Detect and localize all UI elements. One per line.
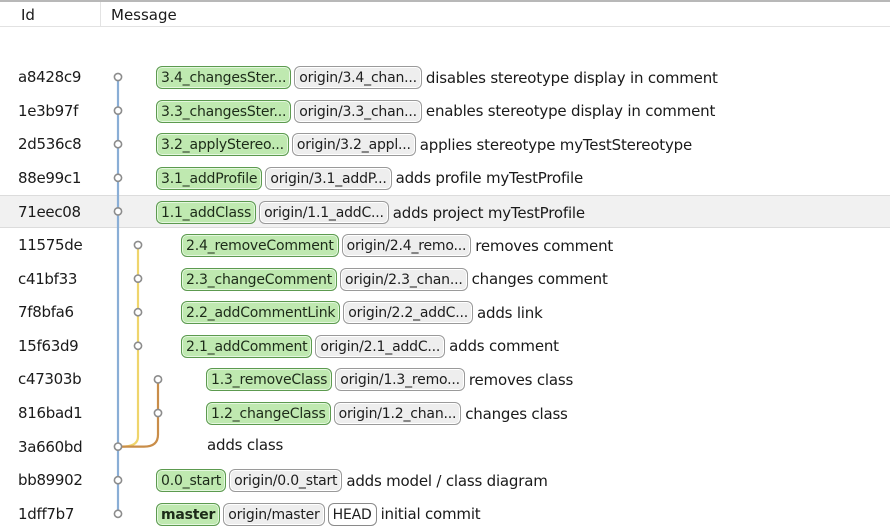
remote-branch-label[interactable]: origin/3.3_chan... xyxy=(294,99,422,123)
commit-node xyxy=(113,475,123,485)
commit-message: applies stereotype myTestStereotype xyxy=(419,135,693,154)
remote-branch-label[interactable]: origin/0.0_start xyxy=(229,469,343,493)
commit-history-view: Id Message a8428c9 3.4_changesSter... orig… xyxy=(0,0,890,532)
commit-message-cell: 2.2_addCommentLink origin/2.2_addC... adds… xyxy=(181,301,543,325)
commit-message: adds profile myTestProfile xyxy=(395,169,584,188)
commit-node xyxy=(133,307,143,317)
remote-branch-label[interactable]: origin/2.3_chan... xyxy=(339,267,468,291)
commit-message: changes class xyxy=(465,404,568,423)
commit-message-cell: 3.3_changesSter... origin/3.3_chan... enab… xyxy=(156,99,716,123)
commit-node xyxy=(153,374,163,384)
remote-branch-label[interactable]: origin/1.3_remo... xyxy=(335,368,465,392)
commit-node xyxy=(113,106,123,115)
remote-branch-label[interactable]: origin/1.2_chan... xyxy=(333,402,462,425)
commit-message-cell: 2.1_addComment origin/2.1_addC... adds com… xyxy=(181,334,559,358)
commit-graph xyxy=(113,72,163,519)
head-label[interactable]: HEAD xyxy=(327,502,377,526)
commit-node xyxy=(113,509,123,519)
local-branch-label[interactable]: 1.3_removeClass xyxy=(206,368,333,392)
commit-message-cell: 1.3_removeClass origin/1.3_remo... removes… xyxy=(206,368,574,392)
remote-branch-label[interactable]: origin/master xyxy=(223,502,325,526)
commit-node xyxy=(113,139,123,149)
remote-branch-label[interactable]: origin/2.1_addC... xyxy=(315,334,446,358)
graph-lane-third xyxy=(122,379,160,448)
commit-message: removes class xyxy=(468,370,574,389)
remote-branch-label[interactable]: origin/3.2_appl... xyxy=(291,133,416,157)
commit-message: changes comment xyxy=(471,270,608,289)
commit-message: adds project myTestProfile xyxy=(392,203,585,222)
commit-node xyxy=(113,72,123,82)
commit-message-cell: 3.4_changesSter... origin/3.4_chan... disa… xyxy=(156,66,718,89)
remote-branch-label[interactable]: origin/2.4_remo... xyxy=(341,234,472,257)
commit-message-cell: 2.3_changeComment origin/2.3_chan... chang… xyxy=(181,267,608,291)
commit-message-cell: 3.1_addProfile origin/3.1_addP... adds pro… xyxy=(156,166,584,190)
commit-message: adds link xyxy=(477,303,543,322)
commit-message: disables stereotype display in comment xyxy=(425,68,718,87)
commit-message: adds comment xyxy=(449,337,559,356)
commit-node xyxy=(133,240,143,250)
commit-message: removes comment xyxy=(475,236,614,255)
local-branch-label[interactable]: 1.2_changeClass xyxy=(206,402,331,425)
commit-node xyxy=(113,442,123,451)
remote-branch-label[interactable]: origin/2.2_addC... xyxy=(343,301,474,325)
commit-node xyxy=(153,408,163,418)
commit-message-cell: 1.1_addClass origin/1.1_addC... adds proje… xyxy=(156,201,585,225)
commit-message: adds model / class diagram xyxy=(346,471,548,490)
commit-node xyxy=(133,341,143,351)
commit-message-cell: 3.2_applyStereo... origin/3.2_appl... appl… xyxy=(156,133,693,157)
commit-message-cell: 1.2_changeClass origin/1.2_chan... changes… xyxy=(206,402,568,425)
commit-node xyxy=(113,173,123,183)
remote-branch-label[interactable]: origin/3.4_chan... xyxy=(294,66,422,89)
commit-message: enables stereotype display in comment xyxy=(425,102,716,121)
commit-message-cell: 2.4_removeComment origin/2.4_remo... remov… xyxy=(181,234,613,257)
commit-message: initial commit xyxy=(380,505,481,524)
commit-node xyxy=(133,274,143,283)
remote-branch-label[interactable]: origin/1.1_addC... xyxy=(259,201,389,225)
remote-branch-label[interactable]: origin/3.1_addP... xyxy=(265,166,392,190)
commit-node xyxy=(113,206,123,216)
